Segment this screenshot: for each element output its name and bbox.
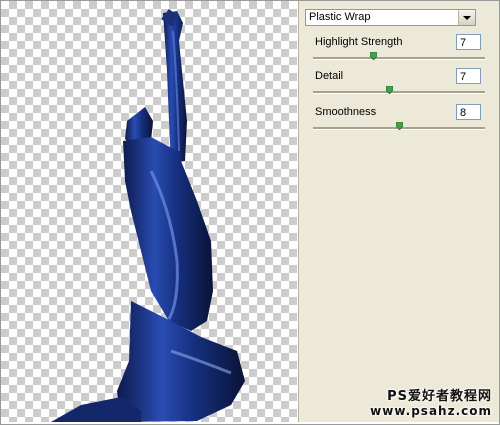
watermark-title: PS爱好者教程网 — [387, 389, 492, 404]
slider-thumb-icon[interactable] — [396, 122, 403, 130]
figure-image — [51, 9, 245, 422]
slider-thumb-icon[interactable] — [385, 86, 393, 94]
smoothness-label: Smoothness — [315, 106, 377, 118]
chevron-down-icon[interactable] — [458, 10, 475, 25]
filter-settings-panel: Plastic Wrap Highlight Strength 7 Detail… — [298, 1, 499, 422]
detail-label: Detail — [315, 70, 344, 82]
highlight-strength-label: Highlight Strength — [315, 36, 403, 48]
detail-input[interactable]: 7 — [456, 68, 481, 84]
smoothness-input[interactable]: 8 — [456, 104, 481, 120]
filter-select-value: Plastic Wrap — [309, 11, 371, 23]
watermark: PS爱好者教程网 www.psahz.com — [370, 385, 492, 418]
highlight-strength-input[interactable]: 7 — [456, 34, 481, 50]
smoothness-slider[interactable] — [313, 122, 485, 130]
watermark-url: www.psahz.com — [370, 404, 492, 418]
detail-slider[interactable] — [313, 86, 485, 94]
filter-select[interactable]: Plastic Wrap — [305, 9, 476, 26]
slider-thumb-icon[interactable] — [370, 52, 378, 60]
preview-canvas[interactable] — [1, 1, 297, 422]
highlight-strength-slider[interactable] — [313, 52, 485, 60]
